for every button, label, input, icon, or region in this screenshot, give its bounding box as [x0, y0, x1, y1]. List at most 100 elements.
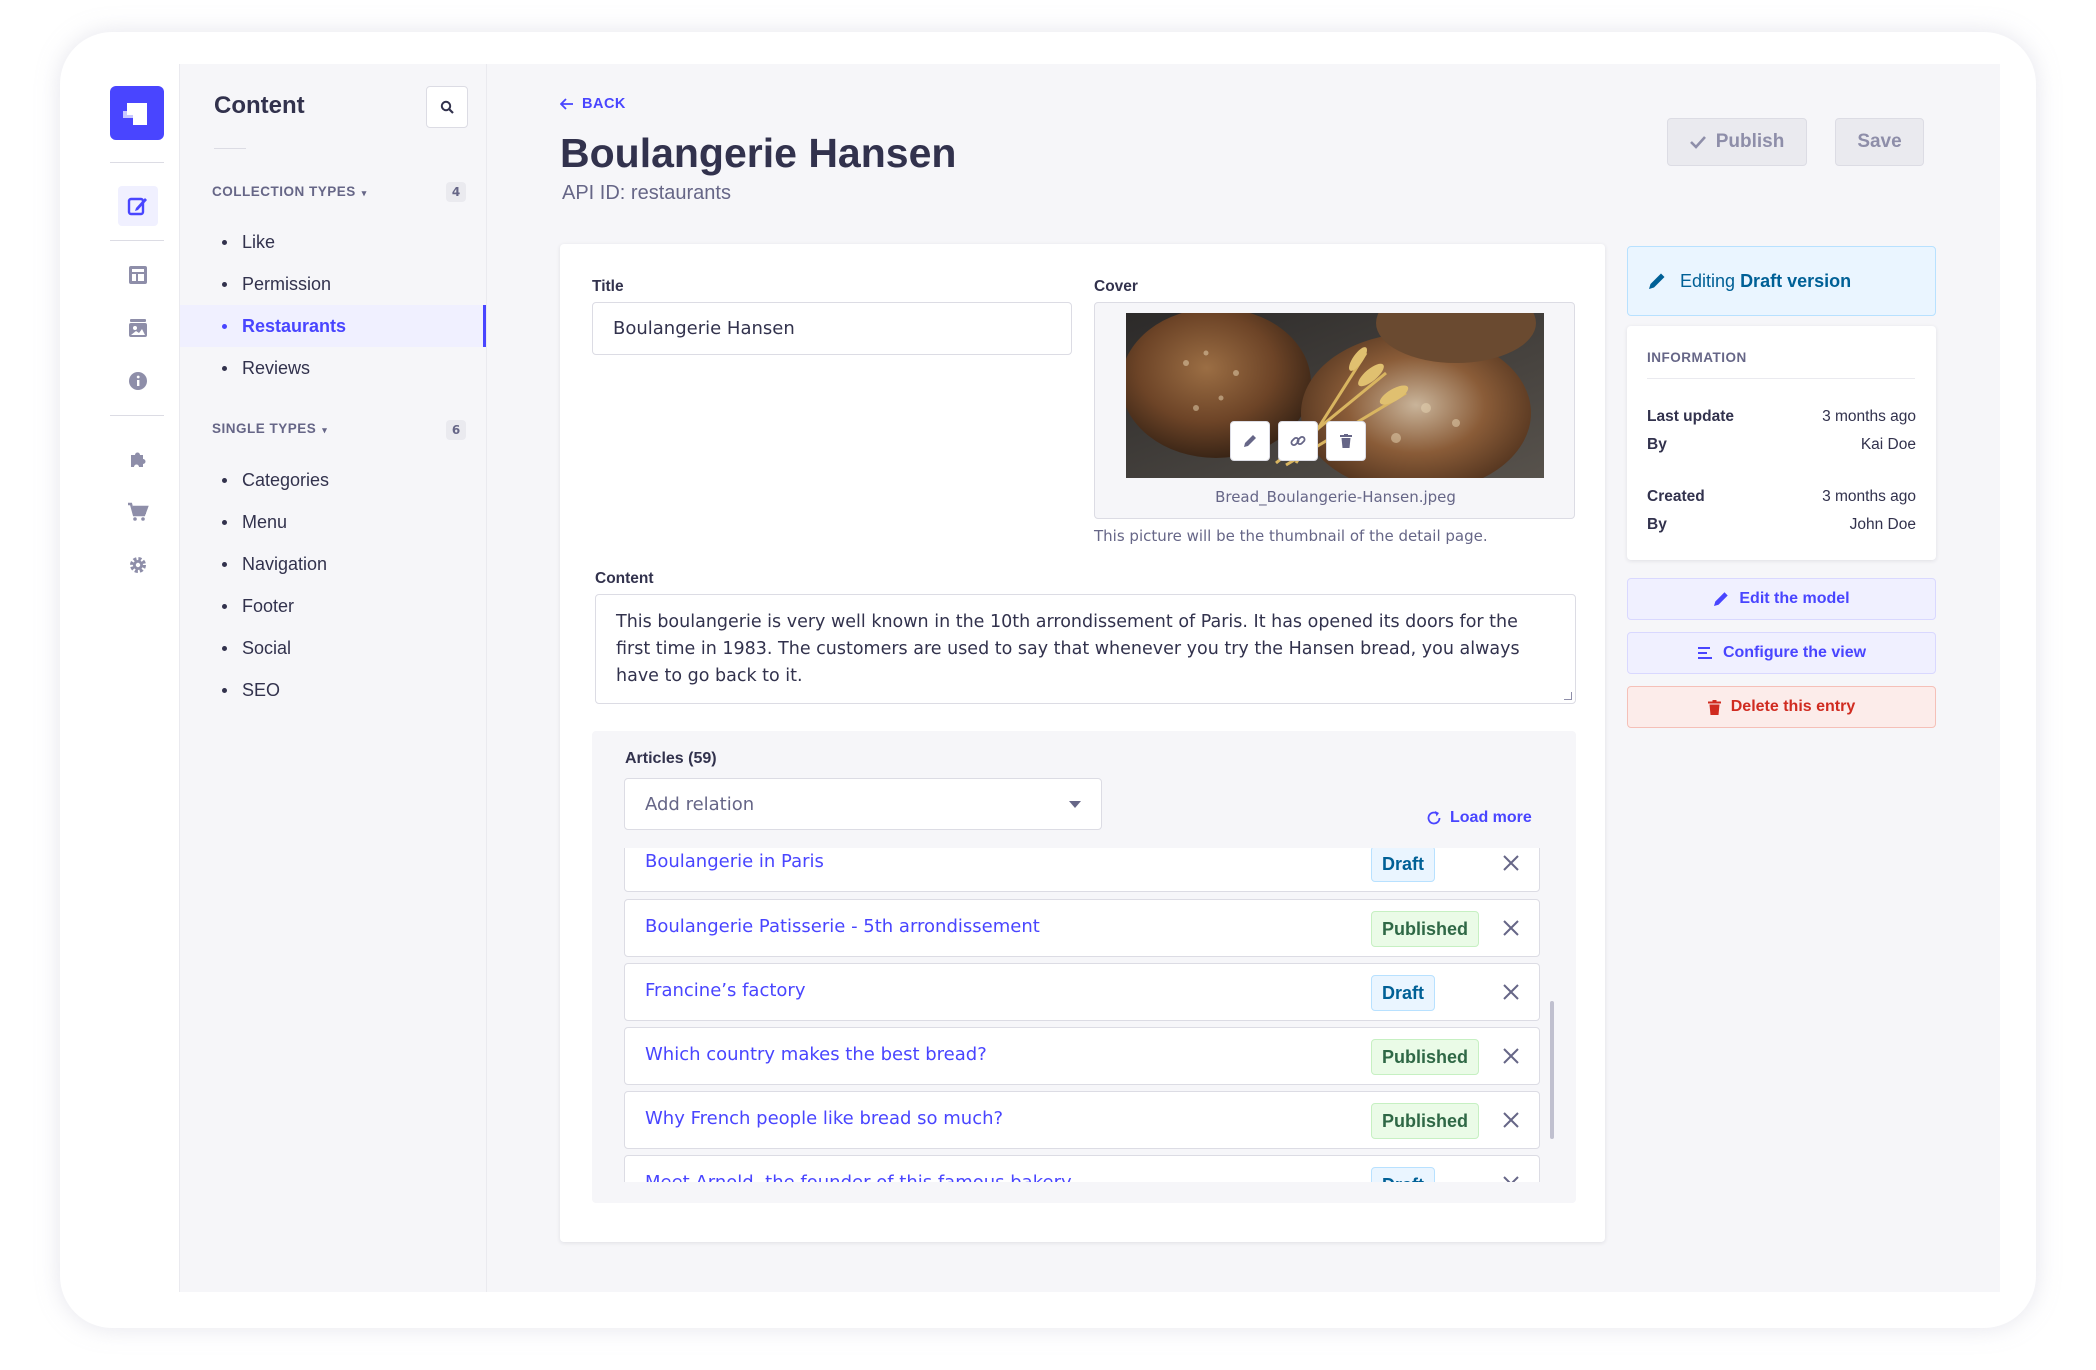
- articles-relation-field: Articles (59) Add relation Load more Bou…: [592, 731, 1576, 1203]
- cover-label: Cover: [1094, 278, 1138, 295]
- edit-cover-button[interactable]: [1230, 421, 1270, 461]
- cover-field: Bread_Boulangerie-Hansen.jpeg: [1094, 302, 1575, 519]
- info-icon[interactable]: [118, 361, 158, 401]
- updated-by-value: Kai Doe: [1860, 436, 1916, 453]
- relation-title-link[interactable]: Boulangerie Patisserie - 5th arrondissem…: [645, 916, 1040, 937]
- resize-handle[interactable]: [1564, 692, 1572, 700]
- information-heading: INFORMATION: [1647, 350, 1747, 365]
- collection-types-count: 4: [446, 182, 466, 202]
- sidebar-item-navigation[interactable]: Navigation: [180, 543, 486, 585]
- status-badge: Draft: [1371, 1167, 1436, 1182]
- updated-by-label: By: [1647, 436, 1667, 453]
- relation-item: Boulangerie Patisserie - 5th arrondissem…: [624, 899, 1540, 957]
- rail-divider: [110, 162, 164, 163]
- remove-relation-icon[interactable]: [1501, 982, 1521, 1002]
- plugins-icon[interactable]: [118, 439, 158, 479]
- cover-filename: Bread_Boulangerie-Hansen.jpeg: [1215, 488, 1456, 506]
- remove-relation-icon[interactable]: [1501, 918, 1521, 938]
- last-update-value: 3 months ago: [1822, 408, 1916, 425]
- refresh-icon: [1427, 811, 1441, 825]
- title-input[interactable]: Boulangerie Hansen: [592, 302, 1072, 355]
- remove-relation-icon[interactable]: [1501, 1174, 1521, 1182]
- api-id: API ID: restaurants: [562, 182, 731, 204]
- publish-button[interactable]: Publish: [1667, 118, 1807, 166]
- sidebar-item-reviews[interactable]: Reviews: [180, 347, 486, 389]
- back-label: BACK: [582, 96, 626, 112]
- rail-divider: [110, 415, 164, 416]
- delete-entry-button[interactable]: Delete this entry: [1627, 686, 1936, 728]
- created-label: Created: [1647, 488, 1705, 505]
- list-settings-icon: [1697, 647, 1712, 659]
- save-label: Save: [1857, 131, 1902, 152]
- single-types-toggle[interactable]: SINGLE TYPES ▾: [212, 421, 327, 436]
- remove-relation-icon[interactable]: [1501, 853, 1521, 873]
- content-type-builder-icon[interactable]: [118, 255, 158, 295]
- pencil-icon: [1714, 592, 1729, 606]
- sidebar-item-label: Social: [242, 637, 292, 658]
- settings-icon[interactable]: [118, 545, 158, 585]
- content-text: This boulangerie is very well known in t…: [616, 612, 1520, 686]
- edit-model-button[interactable]: Edit the model: [1627, 578, 1936, 620]
- relation-item: Boulangerie in Paris Draft: [624, 848, 1540, 892]
- content-sidebar: Content COLLECTION TYPES ▾ 4 Like Permiss…: [180, 64, 487, 1292]
- add-relation-placeholder: Add relation: [645, 793, 755, 815]
- copy-link-button[interactable]: [1278, 421, 1318, 461]
- cover-hint: This picture will be the thumbnail of th…: [1094, 527, 1488, 545]
- save-button[interactable]: Save: [1835, 118, 1924, 166]
- relation-title-link[interactable]: Meet Arnold, the founder of this famous …: [645, 1172, 1072, 1182]
- sidebar-item-label: Navigation: [242, 553, 328, 574]
- sidebar-title-underline: [214, 148, 246, 149]
- relation-list-scrollbar[interactable]: [1550, 1001, 1554, 1139]
- media-library-icon[interactable]: [118, 308, 158, 348]
- content-manager-icon[interactable]: [118, 186, 158, 226]
- remove-relation-icon[interactable]: [1501, 1046, 1521, 1066]
- configure-view-button[interactable]: Configure the view: [1627, 632, 1936, 674]
- relation-title-link[interactable]: Which country makes the best bread?: [645, 1044, 987, 1065]
- cover-actions: [1230, 421, 1366, 461]
- created-by-label: By: [1647, 516, 1667, 533]
- status-badge: Draft: [1371, 848, 1436, 882]
- sidebar-item-social[interactable]: Social: [180, 627, 486, 669]
- page-title: Boulangerie Hansen: [560, 130, 957, 176]
- strapi-logo[interactable]: [110, 86, 164, 140]
- sidebar-item-seo[interactable]: SEO: [180, 669, 486, 711]
- sidebar-item-menu[interactable]: Menu: [180, 501, 486, 543]
- sidebar-item-permission[interactable]: Permission: [180, 263, 486, 305]
- delete-cover-button[interactable]: [1326, 421, 1366, 461]
- check-icon: [1689, 136, 1706, 149]
- main-nav-rail: [96, 64, 180, 1292]
- sidebar-item-label: Reviews: [242, 357, 311, 378]
- status-badge: Published: [1371, 1039, 1480, 1075]
- sidebar-item-footer[interactable]: Footer: [180, 585, 486, 627]
- relation-title-link[interactable]: Why French people like bread so much?: [645, 1108, 1003, 1129]
- created-by-value: John Doe: [1849, 516, 1916, 533]
- back-link[interactable]: BACK: [560, 96, 626, 112]
- remove-relation-icon[interactable]: [1501, 1110, 1521, 1130]
- trash-icon: [1707, 699, 1721, 715]
- relation-item: Meet Arnold, the founder of this famous …: [624, 1155, 1540, 1182]
- relation-title-link[interactable]: Francine’s factory: [645, 980, 805, 1001]
- sidebar-item-categories[interactable]: Categories: [180, 459, 486, 501]
- relation-item: Francine’s factory Draft: [624, 963, 1540, 1021]
- rail-divider: [110, 240, 164, 241]
- sidebar-item-restaurants[interactable]: Restaurants: [180, 305, 486, 347]
- chevron-down-icon: ▾: [361, 188, 367, 198]
- sidebar-item-like[interactable]: Like: [180, 221, 486, 263]
- information-panel: INFORMATION Last update 3 months ago By …: [1627, 326, 1936, 560]
- created-value: 3 months ago: [1822, 488, 1916, 505]
- single-types-label: SINGLE TYPES: [212, 421, 317, 436]
- last-update-label: Last update: [1647, 408, 1734, 425]
- chevron-down-icon: ▾: [322, 425, 328, 435]
- marketplace-icon[interactable]: [118, 492, 158, 532]
- trash-icon: [1340, 434, 1352, 448]
- collection-types-label: COLLECTION TYPES: [212, 184, 356, 199]
- sidebar-search-button[interactable]: [426, 86, 468, 128]
- content-textarea[interactable]: This boulangerie is very well known in t…: [595, 594, 1576, 704]
- add-relation-select[interactable]: Add relation: [624, 778, 1102, 830]
- sidebar-item-label: Footer: [242, 595, 295, 616]
- load-more-button[interactable]: Load more: [1426, 809, 1532, 827]
- collection-types-toggle[interactable]: COLLECTION TYPES ▾: [212, 184, 367, 199]
- relation-title-link[interactable]: Boulangerie in Paris: [645, 851, 824, 872]
- edit-form: Title Boulangerie Hansen Cover Bread_Bou…: [560, 244, 1605, 1242]
- publish-label: Publish: [1715, 131, 1785, 152]
